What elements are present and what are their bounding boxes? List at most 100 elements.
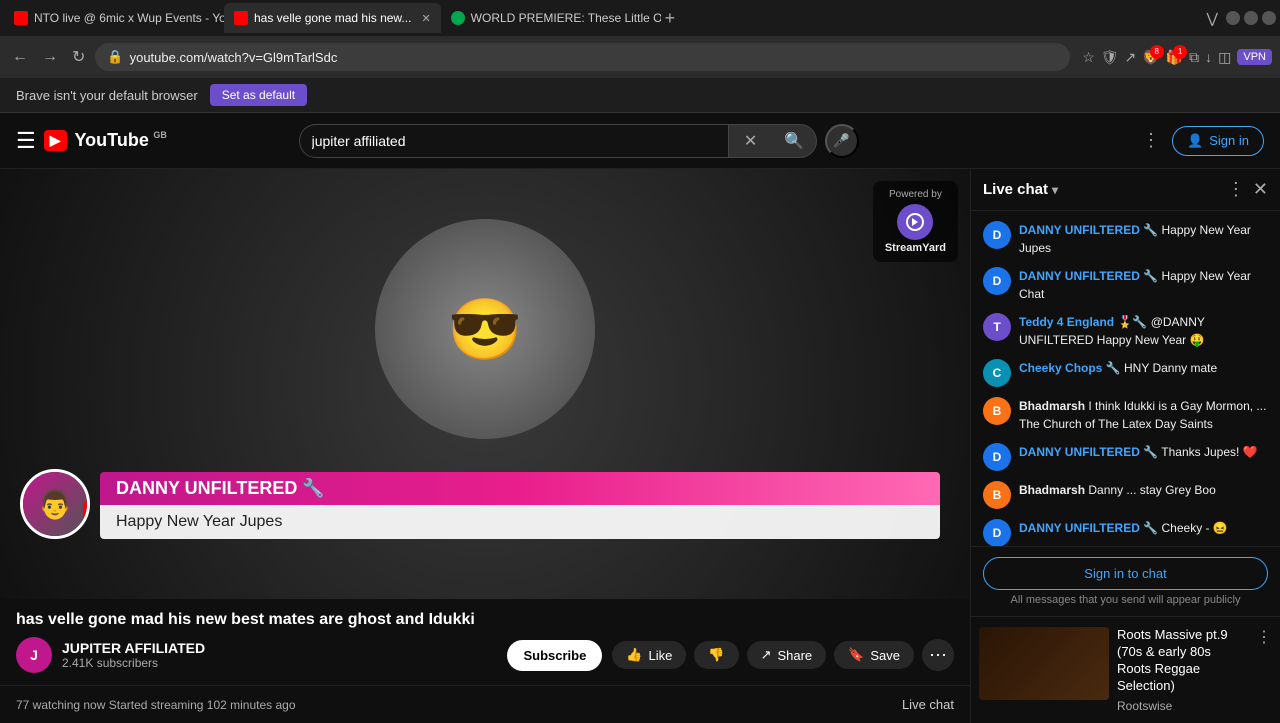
nav-bar: ← → ↻ 🔒 youtube.com/watch?v=Gl9mTarlSdc … [0,36,1280,78]
tab2-close-icon[interactable]: ✕ [421,12,430,25]
vpn-icon[interactable]: VPN [1237,49,1272,65]
msg2-username[interactable]: DANNY UNFILTERED 🔧 [1019,269,1158,283]
msg1-avatar: D [983,221,1011,249]
dislike-button[interactable]: 👎 [694,641,738,669]
yt-gb-badge: GB [153,130,167,140]
msg1-username[interactable]: DANNY UNFILTERED 🔧 [1019,223,1158,237]
suggested-video-title[interactable]: Roots Massive pt.9 (70s & early 80s Root… [1117,627,1248,695]
chat-close-button[interactable]: ✕ [1253,179,1268,200]
sign-in-to-chat-button[interactable]: Sign in to chat [983,557,1268,590]
msg7-username[interactable]: Bhadmarsh [1019,483,1085,497]
share-icon: ↗ [761,647,772,663]
chat-message-7: B Bhadmarsh Danny ... stay Grey Boo [975,479,1276,511]
channel-subscribers: 2.41K subscribers [62,656,497,670]
chat-settings-button[interactable]: ⋮ [1227,179,1245,200]
maximize-button[interactable] [1244,11,1258,25]
tab-1[interactable]: NTO live @ 6mic x Wup Events - Yo... [4,3,224,33]
tab-3[interactable]: WORLD PREMIERE: These Little On... [441,3,661,33]
msg8-text: Cheeky - 😖 [1162,521,1228,535]
voice-search-button[interactable]: 🎤 [825,124,859,158]
search-input[interactable] [299,124,729,158]
forward-button[interactable]: → [38,44,62,70]
sidebar-icon[interactable]: ◫ [1218,49,1231,66]
chat-dropdown-icon[interactable]: ▾ [1052,183,1058,197]
streamyard-name: StreamYard [885,242,946,254]
chat-panel: Live chat ▾ ⋮ ✕ D DANNY UNFILTERED 🔧 Hap… [970,169,1280,723]
msg4-content: Cheeky Chops 🔧 HNY Danny mate [1019,359,1268,377]
default-banner-text: Brave isn't your default browser [16,88,198,103]
header-right-actions: ⋮ 👤 Sign in [1142,126,1264,156]
channel-avatar: J [16,637,52,673]
msg8-username[interactable]: DANNY UNFILTERED 🔧 [1019,521,1158,535]
more-actions-button[interactable]: ⋯ [922,639,954,671]
channel-name[interactable]: JUPITER AFFILIATED [62,640,497,656]
action-buttons: 👍 Like 👎 ↗ Share 🔖 Save ⋯ [612,639,954,671]
suggested-thumbnail[interactable] [979,627,1109,700]
subscribe-button[interactable]: Subscribe [507,640,602,671]
back-button[interactable]: ← [8,44,32,70]
youtube-header: ☰ ▶ YouTubeGB ✕ 🔍 🎤 ⋮ 👤 Sign in [0,113,1280,169]
chat-header: Live chat ▾ ⋮ ✕ [971,169,1280,211]
msg3-content: Teddy 4 England 🎖️🔧 @DANNY UNFILTERED Ha… [1019,313,1268,349]
video-footer: 77 watching now Started streaming 102 mi… [0,685,970,723]
msg6-avatar: D [983,443,1011,471]
wallet-icon[interactable]: 🦁 8 [1142,49,1159,66]
extensions-icon[interactable]: ⧉ [1189,49,1199,66]
suggested-video-item: Roots Massive pt.9 (70s & early 80s Root… [979,627,1272,713]
chat-title: Live chat ▾ [983,181,1058,198]
msg5-username[interactable]: Bhadmarsh [1019,399,1085,413]
msg8-content: DANNY UNFILTERED 🔧 Cheeky - 😖 [1019,519,1268,537]
msg3-username[interactable]: Teddy 4 England 🎖️🔧 [1019,315,1147,329]
tab1-favicon [14,11,28,25]
share-label: Share [777,648,812,663]
more-options-icon[interactable]: ⋮ [1142,130,1160,151]
tab2-favicon [234,11,248,25]
msg4-username[interactable]: Cheeky Chops 🔧 [1019,361,1121,375]
sign-in-header-button[interactable]: 👤 Sign in [1172,126,1264,156]
rewards-icon[interactable]: 🎁 1 [1166,49,1183,66]
lower-third-name-bar: DANNY UNFILTERED 🔧 [100,472,940,505]
suggested-more-icon[interactable]: ⋮ [1256,627,1272,647]
yt-logo-text: YouTubeGB [75,130,149,151]
tab-2[interactable]: has velle gone mad his new... ✕ [224,3,441,33]
minimize-button[interactable] [1226,11,1240,25]
msg7-avatar: B [983,481,1011,509]
channel-info: JUPITER AFFILIATED 2.41K subscribers [62,640,497,670]
search-submit-button[interactable]: 🔍 [773,124,817,158]
video-area: 😎 Powered by StreamYard 👨 [0,169,970,723]
save-button[interactable]: 🔖 Save [834,641,914,669]
tab-overflow-icon[interactable]: ⋁ [1207,10,1218,27]
live-chat-tab[interactable]: Live chat [902,697,954,712]
like-label: Like [649,648,673,663]
hamburger-icon[interactable]: ☰ [16,128,36,154]
bookmark-icon[interactable]: ☆ [1082,49,1095,66]
msg8-avatar: D [983,519,1011,546]
shield-icon[interactable]: 🛡 [1101,49,1119,66]
msg7-content: Bhadmarsh Danny ... stay Grey Boo [1019,481,1268,499]
like-icon: 👍 [626,647,642,663]
like-button[interactable]: 👍 Like [612,641,686,669]
close-button[interactable] [1262,11,1276,25]
youtube-logo[interactable]: ☰ ▶ YouTubeGB [16,128,149,154]
refresh-button[interactable]: ↻ [68,43,89,71]
add-tab-button[interactable]: + [665,8,676,29]
chat-message-2: D DANNY UNFILTERED 🔧 Happy New Year Chat [975,265,1276,305]
dislike-icon: 👎 [708,647,724,663]
search-bar: ✕ 🔍 🎤 [299,124,859,158]
yt-logo-icon: ▶ [44,130,67,151]
share-button[interactable]: ↗ Share [747,641,827,669]
msg4-text: HNY Danny mate [1124,361,1217,375]
downloads-icon[interactable]: ↓ [1205,49,1212,65]
default-browser-banner: Brave isn't your default browser Set as … [0,78,1280,113]
play-button-overlay[interactable]: ▶ [83,501,90,526]
speaker-video-circle: 😎 [375,219,595,439]
set-as-default-button[interactable]: Set as default [210,84,307,106]
save-icon: 🔖 [848,647,864,663]
nav-icons: ☆ 🛡 ↗ 🦁 8 🎁 1 ⧉ ↓ ◫ VPN [1082,49,1272,66]
suggested-channel-name[interactable]: Rootswise [1117,699,1248,713]
msg6-username[interactable]: DANNY UNFILTERED 🔧 [1019,445,1158,459]
url-bar[interactable]: 🔒 youtube.com/watch?v=Gl9mTarlSdc [95,43,1070,71]
search-clear-button[interactable]: ✕ [729,124,773,158]
video-container[interactable]: 😎 Powered by StreamYard 👨 [0,169,970,599]
share-icon[interactable]: ↗ [1125,49,1137,66]
